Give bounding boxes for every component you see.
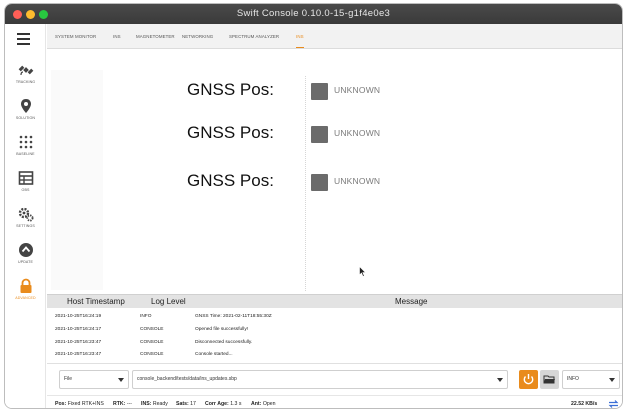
chevron-down-icon	[609, 378, 615, 382]
status-antenna: Ant: Open	[251, 401, 276, 407]
log-header: Host Timestamp Log Level Message	[47, 295, 622, 308]
satellite-icon	[18, 65, 33, 76]
status-row: GNSS Pos: UNKNOWN	[187, 80, 427, 102]
connection-controls: File console_backend/tests/data/ins_upda…	[47, 363, 622, 393]
gears-icon	[18, 207, 33, 222]
sidebar-item-label: BASELINE	[16, 152, 35, 156]
log-timestamp: 2021-10-25T16:23:47	[55, 352, 102, 357]
source-select[interactable]: File	[59, 370, 129, 389]
sidebar-item-solution[interactable]: SOLUTION	[5, 98, 46, 134]
log-level: CONSOLE	[140, 352, 164, 357]
log-timestamp: 2021-10-25T16:24:19	[55, 314, 102, 319]
log-message: GNSS Time: 2021-02-11T18:55:30Z	[195, 314, 272, 319]
maximize-window-button[interactable]	[39, 10, 48, 19]
status-value: UNKNOWN	[334, 85, 381, 95]
sidebar-item-settings[interactable]: SETTINGS	[5, 206, 46, 242]
tab-magnetometer[interactable]: MAGNETOMETER	[136, 24, 175, 49]
log-level-value: INFO	[567, 376, 579, 382]
status-bar: Pos: Fixed RTK+INS RTK: --- INS: Ready S…	[47, 395, 622, 409]
log-level: INFO	[140, 314, 152, 319]
tab-spectrum-analyzer[interactable]: SPECTRUM ANALYZER	[229, 24, 279, 49]
tab-ins-advanced[interactable]: INS	[296, 24, 304, 48]
sidebar-item-obs[interactable]: OBS	[5, 170, 46, 206]
log-level: CONSOLE	[140, 327, 164, 332]
minimize-window-button[interactable]	[26, 10, 35, 19]
log-row: 2021-10-25T16:24:17 CONSOLE Opened file …	[47, 324, 622, 335]
app-window: Swift Console 0.10.0-15-g1f4e0e3 TRACKIN…	[4, 3, 623, 409]
power-icon	[523, 374, 534, 385]
status-indicator	[311, 174, 328, 191]
ins-status-panel: GNSS Pos: UNKNOWN GNSS Pos: UNKNOWN GNSS…	[47, 50, 622, 297]
baseline-dots-icon	[19, 135, 32, 149]
location-pin-icon	[20, 99, 31, 113]
close-window-button[interactable]	[13, 10, 22, 19]
status-sats: Sats: 17	[176, 401, 196, 407]
log-timestamp: 2021-10-25T16:24:17	[55, 327, 102, 332]
sidebar-item-label: ADVANCED	[15, 296, 36, 300]
log-message: Console started...	[195, 352, 233, 357]
column-header-message[interactable]: Message	[395, 297, 427, 306]
status-row: GNSS Pos: UNKNOWN	[187, 123, 427, 145]
source-select-value: File	[64, 376, 73, 382]
table-grid-icon	[18, 171, 33, 185]
status-label: GNSS Pos:	[187, 80, 274, 99]
file-path-value: console_backend/tests/data/ins_updates.s…	[137, 376, 237, 382]
sidebar-item-label: SOLUTION	[15, 116, 36, 120]
sidebar-item-label: TRACKING	[15, 80, 36, 84]
log-level-select[interactable]: INFO	[562, 370, 620, 389]
log-message: Disconnected successfully.	[195, 340, 253, 345]
open-file-button[interactable]	[540, 370, 559, 389]
folder-open-icon	[543, 375, 555, 384]
sidebar-item-update[interactable]: UPDATE	[5, 242, 46, 278]
mouse-cursor-icon	[359, 266, 366, 277]
log-row: 2021-10-25T16:23:47 CONSOLE Disconnected…	[47, 337, 622, 348]
status-label: GNSS Pos:	[187, 123, 274, 142]
sidebar-item-label: OBS	[21, 188, 30, 192]
data-rate: 22.52 KB/s	[571, 401, 598, 407]
sidebar-item-label: SETTINGS	[16, 224, 35, 228]
status-rtk: RTK: ---	[113, 401, 133, 407]
log-level: CONSOLE	[140, 340, 164, 345]
status-ins: INS: Ready	[141, 401, 168, 407]
status-row: GNSS Pos: UNKNOWN	[187, 171, 427, 193]
sidebar-item-tracking[interactable]: TRACKING	[5, 62, 46, 98]
window-title: Swift Console 0.10.0-15-g1f4e0e3	[236, 8, 391, 19]
sidebar: TRACKING SOLUTION BASELINE OBS SETTINGS …	[5, 24, 46, 408]
column-header-timestamp[interactable]: Host Timestamp	[67, 297, 125, 306]
log-message: Opened file successfully!	[195, 327, 249, 332]
column-header-level[interactable]: Log Level	[151, 297, 186, 306]
tab-networking[interactable]: NETWORKING	[182, 24, 213, 49]
update-arrow-icon	[18, 243, 33, 257]
log-timestamp: 2021-10-25T16:23:47	[55, 340, 102, 345]
title-bar: Swift Console 0.10.0-15-g1f4e0e3	[5, 4, 622, 24]
chevron-down-icon	[497, 378, 503, 382]
sidebar-item-label: UPDATE	[18, 260, 33, 264]
status-corr-age: Corr Age: 1.3 s	[205, 401, 242, 407]
tab-bar: SYSTEM MONITOR INS MAGNETOMETER NETWORKI…	[47, 24, 622, 49]
status-indicator	[311, 83, 328, 100]
status-value: UNKNOWN	[334, 176, 381, 186]
log-row: 2021-10-25T16:24:19 INFO GNSS Time: 2021…	[47, 311, 622, 322]
status-label: GNSS Pos:	[187, 171, 274, 190]
tab-ins[interactable]: INS	[113, 24, 121, 49]
chevron-down-icon	[118, 378, 124, 382]
log-row: 2021-10-25T16:23:47 CONSOLE Console star…	[47, 349, 622, 360]
refresh-arrows-icon[interactable]	[608, 399, 619, 409]
lock-icon	[20, 278, 31, 293]
tab-system-monitor[interactable]: SYSTEM MONITOR	[55, 24, 96, 49]
hamburger-menu-icon[interactable]	[17, 33, 30, 48]
sidebar-item-advanced[interactable]: ADVANCED	[5, 278, 46, 314]
status-pos: Pos: Fixed RTK+INS	[55, 401, 104, 407]
file-path-input[interactable]: console_backend/tests/data/ins_updates.s…	[132, 370, 508, 389]
blank-side-panel	[51, 70, 103, 290]
sidebar-item-baseline[interactable]: BASELINE	[5, 134, 46, 170]
log-panel: Host Timestamp Log Level Message 2021-10…	[47, 294, 622, 360]
status-indicator	[311, 126, 328, 143]
connect-button[interactable]	[519, 370, 538, 389]
status-value: UNKNOWN	[334, 128, 381, 138]
